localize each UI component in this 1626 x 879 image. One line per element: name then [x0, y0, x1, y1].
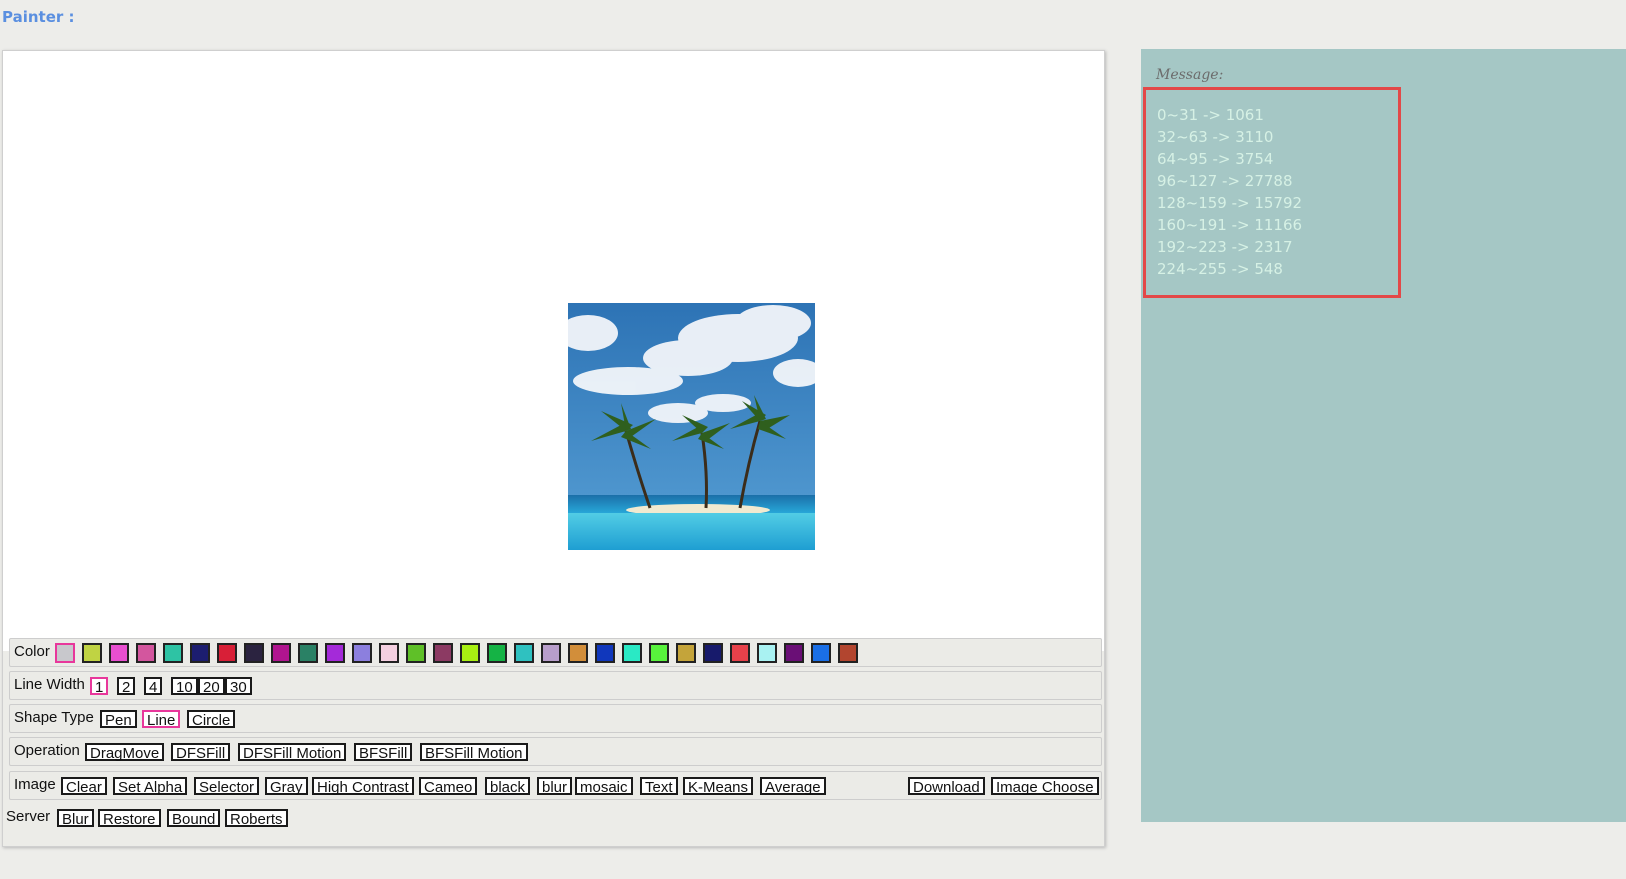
dfsfill-button[interactable]: DFSFill	[171, 743, 231, 762]
color-swatch[interactable]	[811, 643, 831, 663]
bfsfill-button[interactable]: BFSFill	[354, 743, 413, 762]
histogram-line: 0~31 -> 1061	[1157, 106, 1264, 124]
gray-button[interactable]: Gray	[265, 777, 308, 796]
color-swatch[interactable]	[730, 643, 750, 663]
histogram-line: 128~159 -> 15792	[1157, 194, 1303, 212]
text-button[interactable]: Text	[640, 777, 678, 796]
app-title: Painter :	[2, 8, 75, 26]
color-swatch[interactable]	[325, 643, 345, 663]
black-button[interactable]: black	[485, 777, 531, 796]
color-swatch[interactable]	[784, 643, 804, 663]
color-swatch[interactable]	[649, 643, 669, 663]
dragmove-button[interactable]: DragMove	[85, 743, 165, 762]
histogram-line: 64~95 -> 3754	[1157, 150, 1274, 168]
color-row: Color	[9, 638, 1102, 667]
shape-type-label: Shape Type	[14, 709, 94, 726]
color-swatch[interactable]	[244, 643, 264, 663]
set-alpha-button[interactable]: Set Alpha	[113, 777, 188, 796]
color-swatch[interactable]	[352, 643, 372, 663]
color-swatch[interactable]	[514, 643, 534, 663]
color-swatch[interactable]	[190, 643, 210, 663]
server-blur-button[interactable]: Blur	[57, 809, 94, 828]
color-swatch[interactable]	[703, 643, 723, 663]
color-swatch[interactable]	[55, 643, 75, 663]
line-width-2-button[interactable]: 2	[117, 677, 136, 696]
high-contrast-button[interactable]: High Contrast	[312, 777, 414, 796]
dfsfill-motion-button[interactable]: DFSFill Motion	[238, 743, 347, 762]
clear-button[interactable]: Clear	[61, 777, 107, 796]
color-swatch[interactable]	[676, 643, 696, 663]
operation-label: Operation	[14, 742, 80, 759]
line-width-30-button[interactable]: 30	[225, 677, 252, 696]
color-swatch[interactable]	[82, 643, 102, 663]
cameo-button[interactable]: Cameo	[419, 777, 478, 796]
line-width-row: Line Width 1 2 4 10 20 30	[9, 671, 1102, 700]
color-swatch[interactable]	[406, 643, 426, 663]
color-swatch[interactable]	[271, 643, 291, 663]
histogram-line: 32~63 -> 3110	[1157, 128, 1274, 146]
island-image[interactable]	[568, 303, 815, 550]
server-label: Server	[6, 808, 51, 825]
color-swatch[interactable]	[487, 643, 507, 663]
color-swatch[interactable]	[298, 643, 318, 663]
color-swatch[interactable]	[595, 643, 615, 663]
message-panel: Message: 0~31 -> 1061 32~63 -> 3110 64~9…	[1141, 49, 1626, 822]
histogram-line: 160~191 -> 11166	[1157, 216, 1303, 234]
color-swatch[interactable]	[757, 643, 777, 663]
line-width-1-button[interactable]: 1	[90, 677, 109, 696]
server-bound-button[interactable]: Bound	[167, 809, 221, 828]
line-width-4-button[interactable]: 4	[144, 677, 163, 696]
server-restore-button[interactable]: Restore	[98, 809, 161, 828]
histogram-line: 96~127 -> 27788	[1157, 172, 1293, 190]
color-swatch[interactable]	[136, 643, 156, 663]
server-row: Server Blur Restore Bound Roberts	[3, 804, 403, 832]
line-width-20-button[interactable]: 20	[198, 677, 225, 696]
color-swatch[interactable]	[109, 643, 129, 663]
k-means-button[interactable]: K-Means	[683, 777, 754, 796]
line-width-10-button[interactable]: 10	[171, 677, 198, 696]
color-swatch[interactable]	[217, 643, 237, 663]
color-swatch[interactable]	[568, 643, 588, 663]
message-box: 0~31 -> 1061 32~63 -> 3110 64~95 -> 3754…	[1143, 87, 1401, 298]
color-swatch[interactable]	[460, 643, 480, 663]
mosaic-button[interactable]: mosaic	[575, 777, 633, 796]
download-button[interactable]: Download	[908, 777, 985, 796]
color-swatch[interactable]	[838, 643, 858, 663]
image-label: Image	[14, 776, 56, 793]
average-button[interactable]: Average	[760, 777, 826, 796]
painter-panel: Color Line Width 1 2 4 10 20 30 Shape Ty…	[2, 50, 1105, 847]
bfsfill-motion-button[interactable]: BFSFill Motion	[420, 743, 528, 762]
shape-line-button[interactable]: Line	[142, 710, 181, 729]
server-roberts-button[interactable]: Roberts	[225, 809, 288, 828]
blur-button[interactable]: blur	[537, 777, 573, 796]
message-label: Message:	[1156, 67, 1224, 83]
histogram-line: 224~255 -> 548	[1157, 260, 1283, 278]
shape-circle-button[interactable]: Circle	[187, 710, 236, 729]
selector-button[interactable]: Selector	[194, 777, 260, 796]
color-swatch[interactable]	[433, 643, 453, 663]
color-label: Color	[14, 643, 50, 660]
histogram-line: 192~223 -> 2317	[1157, 238, 1293, 256]
shape-type-row: Shape Type Pen Line Circle	[9, 704, 1102, 733]
color-swatch[interactable]	[379, 643, 399, 663]
image-choose-button[interactable]: Image Choose	[991, 777, 1099, 796]
image-row: Image Clear Set Alpha Selector Gray High…	[9, 771, 1102, 800]
drawing-canvas[interactable]	[3, 51, 1104, 651]
shape-pen-button[interactable]: Pen	[100, 710, 137, 729]
color-swatch[interactable]	[622, 643, 642, 663]
island-photo-art	[568, 303, 815, 550]
color-swatch[interactable]	[163, 643, 183, 663]
color-swatch[interactable]	[541, 643, 561, 663]
line-width-label: Line Width	[14, 676, 85, 693]
operation-row: Operation DragMove DFSFill DFSFill Motio…	[9, 737, 1102, 766]
